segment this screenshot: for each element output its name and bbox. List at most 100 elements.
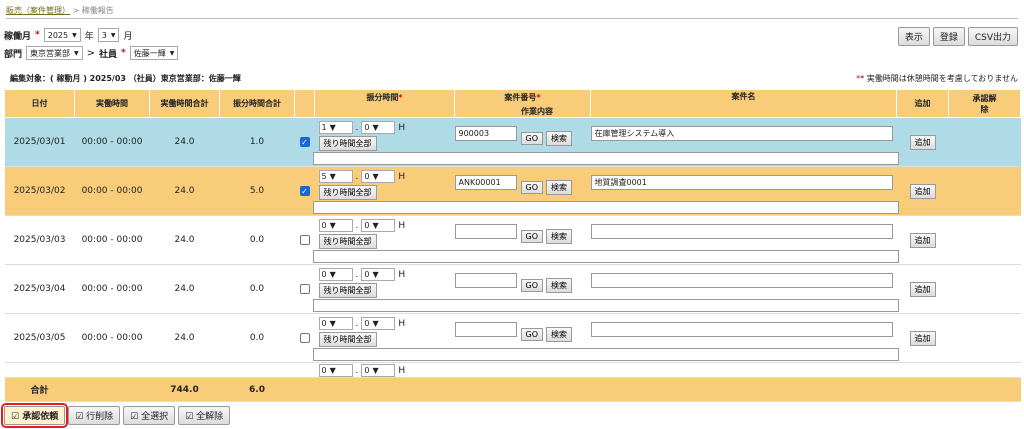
project-name-input[interactable]: 在庫管理システム導入: [590, 126, 893, 141]
search-button[interactable]: 検索: [546, 131, 572, 146]
minute-select[interactable]: 0 ▼: [361, 219, 396, 232]
minute-select[interactable]: 0 ▼: [361, 121, 396, 134]
minute-select[interactable]: 0 ▼: [361, 364, 396, 377]
month-select[interactable]: 3 ▼: [97, 28, 120, 42]
dept-select[interactable]: 東京営業部 ▼: [26, 46, 83, 60]
project-no-input[interactable]: 900003: [454, 126, 517, 141]
project-no-input[interactable]: ANK00001: [454, 175, 517, 190]
row-checkbox[interactable]: ✓: [299, 136, 310, 147]
dot-separator: .: [355, 171, 359, 182]
table-row: 2025/03/02 00:00 - 00:00 24.0 5.0 ✓ 5 ▼. 0 ▼ H 残り時…: [4, 166, 1021, 216]
work-content-input[interactable]: [312, 152, 899, 165]
row-checkbox[interactable]: [299, 234, 310, 245]
deselect-all-button[interactable]: ☑ 全解除: [178, 406, 231, 425]
hour-select[interactable]: 0 ▼: [318, 219, 353, 232]
empty-cell: [590, 377, 897, 402]
remaining-time-button[interactable]: 残り時間全部: [318, 234, 377, 249]
bottom-actions: ☑ 承認依頼 ☑ 行削除 ☑ 全選択 ☑ 全解除: [0, 403, 231, 428]
add-button[interactable]: 追加: [909, 232, 936, 248]
hour-unit: H: [398, 269, 406, 280]
work-content-input[interactable]: [312, 299, 899, 312]
col-alloc-time: 振分時間*: [314, 89, 455, 118]
hour-select[interactable]: 1 ▼: [318, 121, 353, 134]
check-cell: ✓: [294, 166, 315, 216]
go-button[interactable]: GO: [520, 279, 543, 292]
show-button[interactable]: 表示: [897, 27, 930, 46]
alloc-cell: 0.0: [219, 264, 295, 314]
approve-cell: [948, 313, 1021, 363]
search-button[interactable]: 検索: [546, 327, 572, 342]
col-check: [294, 89, 315, 118]
col-total: 実働時間合計: [149, 89, 220, 118]
go-button[interactable]: GO: [520, 328, 543, 341]
project-no-input[interactable]: [454, 273, 517, 288]
edit-target: 編集対象：( 稼動月 ) 2025/03 （社員）東京営業部：佐藤一輝: [10, 74, 241, 83]
project-name-input[interactable]: 地質調査0001: [590, 175, 893, 190]
chevron-down-icon: ▼: [72, 31, 77, 39]
row-checkbox[interactable]: [299, 283, 310, 294]
go-button[interactable]: GO: [520, 181, 543, 194]
hour-select[interactable]: 0 ▼: [318, 317, 353, 330]
check-icon: ☑: [185, 412, 197, 422]
select-all-button[interactable]: ☑ 全選択: [123, 406, 176, 425]
minute-select[interactable]: 0 ▼: [361, 317, 396, 330]
breadcrumb-current: 稼働報告: [81, 6, 114, 15]
project-name-input[interactable]: [590, 322, 893, 337]
chevron-down-icon: ▼: [329, 366, 336, 375]
total-alloc: 6.0: [219, 377, 295, 402]
work-content-input[interactable]: [312, 250, 899, 263]
add-button[interactable]: 追加: [909, 281, 936, 297]
minute-select[interactable]: 0 ▼: [361, 268, 396, 281]
minute-select[interactable]: 0 ▼: [361, 170, 396, 183]
delete-row-button[interactable]: ☑ 行削除: [68, 406, 121, 425]
project-no-input[interactable]: [454, 224, 517, 239]
breadcrumb-parent-link[interactable]: 販売（案件管理）: [6, 6, 70, 15]
go-button[interactable]: GO: [520, 132, 543, 145]
search-button[interactable]: 検索: [546, 229, 572, 244]
staff-select[interactable]: 佐藤一輝 ▼: [129, 46, 179, 60]
project-name-cell: [312, 264, 899, 314]
chevron-down-icon: ▼: [110, 31, 116, 39]
empty-cell: [314, 377, 455, 402]
approval-request-button[interactable]: ☑ 承認依頼: [0, 403, 69, 428]
hour-unit: H: [398, 171, 406, 182]
action-buttons: 表示 登録 CSV出力: [897, 27, 1018, 46]
year-select[interactable]: 2025 ▼: [43, 28, 81, 42]
breadcrumb-separator: >: [72, 6, 80, 15]
csv-export-button[interactable]: CSV出力: [967, 27, 1018, 46]
dot-separator: .: [355, 318, 359, 329]
register-button[interactable]: 登録: [932, 27, 965, 46]
add-cell: 追加: [896, 215, 949, 265]
search-button[interactable]: 検索: [546, 278, 572, 293]
search-button[interactable]: 検索: [546, 180, 572, 195]
hour-select[interactable]: 0 ▼: [318, 364, 353, 377]
col-alloc: 振分時間合計: [219, 89, 295, 118]
check-cell: [294, 215, 315, 265]
row-checkbox[interactable]: ✓: [299, 185, 310, 196]
remaining-time-button[interactable]: 残り時間全部: [318, 136, 377, 151]
empty-cell: [948, 377, 1021, 402]
project-no-input[interactable]: [454, 322, 517, 337]
add-button[interactable]: 追加: [909, 330, 936, 346]
add-button[interactable]: 追加: [909, 183, 936, 199]
select-value: 1: [321, 123, 327, 132]
project-name-input[interactable]: [590, 273, 893, 288]
work-content-input[interactable]: [312, 201, 899, 214]
alloc-cell: 1.0: [219, 117, 295, 167]
project-name-input[interactable]: [590, 224, 893, 239]
go-button[interactable]: GO: [520, 230, 543, 243]
alloc-cell: 0.0: [219, 313, 295, 363]
work-time-note: ** 実働時間は休憩時間を考慮しておりません: [856, 74, 1018, 83]
work-content-input[interactable]: [312, 348, 899, 361]
date-cell: 2025/03/01: [4, 117, 75, 167]
table-row: 0 ▼. 0 ▼ H: [4, 362, 1021, 378]
row-checkbox[interactable]: [299, 332, 310, 343]
hour-select[interactable]: 5 ▼: [318, 170, 353, 183]
add-button[interactable]: 追加: [909, 134, 936, 150]
total-label: 合計: [4, 377, 75, 402]
empty-cell: [454, 377, 591, 402]
remaining-time-button[interactable]: 残り時間全部: [318, 283, 377, 298]
remaining-time-button[interactable]: 残り時間全部: [318, 332, 377, 347]
remaining-time-button[interactable]: 残り時間全部: [318, 185, 377, 200]
hour-select[interactable]: 0 ▼: [318, 268, 353, 281]
